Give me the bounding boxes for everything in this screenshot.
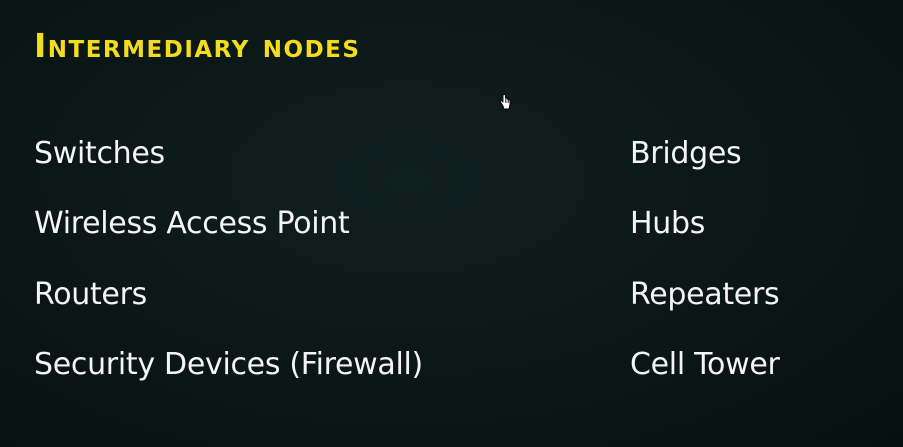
list-item-bridges: Bridges (630, 136, 742, 171)
list-item-security-devices: Security Devices (Firewall) (34, 347, 423, 382)
presentation-slide: Intermediary nodes Switches Wireless Acc… (0, 0, 903, 447)
slide-title: Intermediary nodes (34, 26, 361, 65)
hand-pointer-icon (499, 94, 511, 110)
list-item-wireless-access-point: Wireless Access Point (34, 206, 350, 241)
list-item-routers: Routers (34, 277, 147, 312)
list-item-repeaters: Repeaters (630, 277, 780, 312)
list-item-hubs: Hubs (630, 206, 706, 241)
list-item-switches: Switches (34, 136, 165, 171)
list-item-cell-tower: Cell Tower (630, 347, 780, 382)
